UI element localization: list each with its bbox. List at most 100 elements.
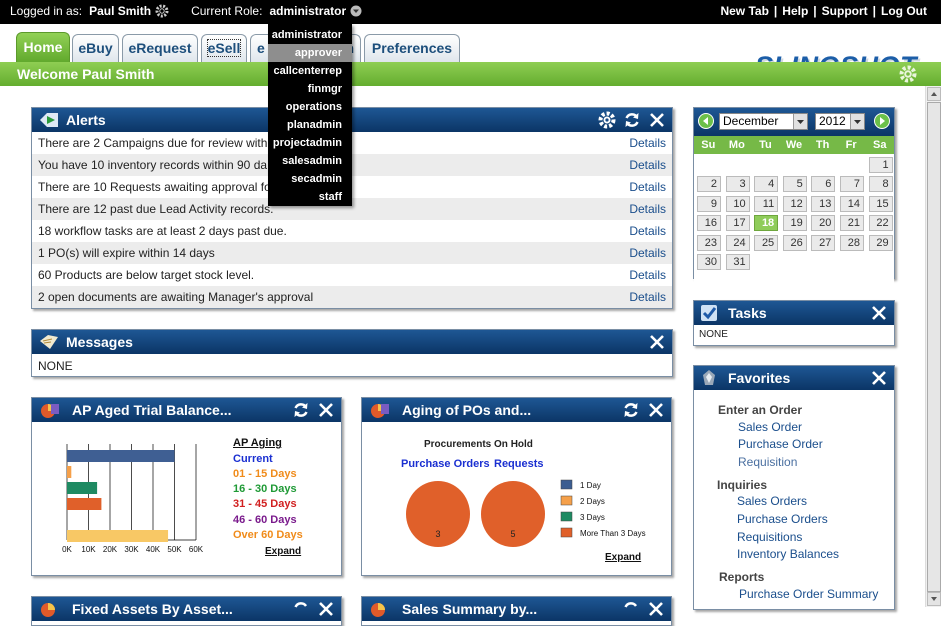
role-option-administrator[interactable]: administrator — [268, 26, 352, 44]
tab-preferences[interactable]: Preferences — [364, 34, 460, 62]
alert-details-link[interactable]: Details — [629, 176, 666, 198]
calendar-day[interactable]: 25 — [754, 234, 779, 251]
calendar-day[interactable]: 1 — [868, 157, 893, 173]
favorite-link-requisitions[interactable]: Requisitions — [737, 530, 802, 544]
favorites-close-icon[interactable] — [870, 369, 888, 387]
calendar-day[interactable]: 20 — [811, 215, 836, 232]
favorite-link-requisition[interactable]: Requisition — [738, 455, 797, 469]
calendar-day[interactable]: 17 — [725, 215, 750, 232]
sales-summary-close-icon[interactable] — [647, 600, 665, 618]
role-option-approver[interactable]: approver — [268, 44, 352, 62]
calendar-day[interactable]: 11 — [754, 195, 779, 212]
favorite-link-sales-order[interactable]: Sales Order — [738, 420, 802, 434]
ap-aging-close-icon[interactable] — [317, 401, 335, 419]
sales-summary-refresh-icon[interactable] — [622, 600, 640, 618]
calendar-day[interactable]: 15 — [868, 195, 893, 212]
tab-esell[interactable]: eSell — [201, 34, 247, 62]
calendar-day-today[interactable]: 18 — [754, 215, 779, 232]
aging-pos-close-icon[interactable] — [647, 401, 665, 419]
calendar-day[interactable]: 8 — [868, 176, 893, 193]
support-link[interactable]: Support — [822, 4, 868, 18]
help-link[interactable]: Help — [782, 4, 808, 18]
alert-text: 18 workflow tasks are at least 2 days pa… — [38, 224, 287, 238]
scroll-down-arrow-icon[interactable] — [927, 592, 941, 606]
ap-aging-refresh-icon[interactable] — [292, 401, 310, 419]
alerts-settings-gear-icon[interactable] — [598, 111, 616, 129]
role-option-operations[interactable]: operations — [268, 98, 352, 116]
aging-pos-expand-link[interactable]: Expand — [605, 552, 641, 563]
calendar-day[interactable]: 27 — [811, 234, 836, 251]
role-option-finmgr[interactable]: finmgr — [268, 80, 352, 98]
alert-details-link[interactable]: Details — [629, 242, 666, 264]
ap-x-tick-label: 50K — [167, 545, 182, 554]
ap-aging-title: AP Aged Trial Balance... — [72, 402, 232, 418]
calendar-day[interactable]: 5 — [782, 176, 807, 193]
tab-home[interactable]: Home — [16, 32, 70, 62]
calendar-day[interactable]: 14 — [840, 195, 864, 212]
calendar-day[interactable]: 23 — [697, 234, 721, 251]
scroll-thumb[interactable] — [927, 102, 941, 592]
alert-details-link[interactable]: Details — [629, 132, 666, 154]
aging-pos-refresh-icon[interactable] — [622, 401, 640, 419]
calendar-day[interactable]: 7 — [840, 176, 864, 193]
calendar-day[interactable]: 28 — [840, 234, 864, 251]
role-option-callcenterrep[interactable]: callcenterrep — [268, 62, 352, 80]
chart-pie-icon — [368, 600, 392, 618]
current-role-value[interactable]: administrator — [269, 4, 346, 18]
user-settings-gear-icon[interactable] — [155, 4, 169, 18]
calendar-day[interactable]: 30 — [697, 254, 721, 270]
calendar-day[interactable]: 29 — [868, 234, 893, 251]
favorite-link-purchase-orders[interactable]: Purchase Orders — [737, 512, 828, 526]
page-settings-gear-icon[interactable] — [899, 65, 917, 83]
alerts-refresh-icon[interactable] — [623, 111, 641, 129]
ap-x-tick-label: 10K — [81, 545, 96, 554]
tab-erequest[interactable]: eRequest — [122, 34, 198, 62]
calendar-day[interactable]: 16 — [697, 215, 721, 232]
calendar-year-select[interactable]: 2012 — [815, 113, 865, 130]
alert-details-link[interactable]: Details — [629, 198, 666, 220]
calendar-day[interactable]: 24 — [725, 234, 750, 251]
favorite-link-purchase-order-summary[interactable]: Purchase Order Summary — [739, 587, 878, 601]
messages-close-icon[interactable] — [648, 333, 666, 351]
alert-details-link[interactable]: Details — [629, 264, 666, 286]
role-option-staff[interactable]: staff — [268, 188, 352, 206]
calendar-next-month-icon[interactable] — [874, 113, 890, 129]
calendar-month-select[interactable]: December — [719, 113, 808, 130]
ap-aging-expand-link[interactable]: Expand — [265, 546, 301, 557]
calendar-day[interactable]: 31 — [725, 254, 750, 270]
calendar-day[interactable]: 22 — [868, 215, 893, 232]
favorite-link-purchase-order[interactable]: Purchase Order — [738, 437, 823, 451]
fixed-assets-close-icon[interactable] — [317, 600, 335, 618]
calendar-day[interactable]: 10 — [725, 195, 750, 212]
role-dropdown-arrow-icon[interactable] — [350, 5, 362, 17]
alert-details-link[interactable]: Details — [629, 154, 666, 176]
alerts-close-icon[interactable] — [648, 111, 666, 129]
role-option-projectadmin[interactable]: projectadmin — [268, 134, 352, 152]
fixed-assets-refresh-icon[interactable] — [292, 600, 310, 618]
new-tab-link[interactable]: New Tab — [720, 4, 768, 18]
calendar-day[interactable]: 2 — [697, 176, 721, 193]
favorite-link-sales-orders[interactable]: Sales Orders — [737, 494, 807, 508]
tab-ebuy[interactable]: eBuy — [72, 34, 119, 62]
calendar-day[interactable]: 26 — [782, 234, 807, 251]
role-option-secadmin[interactable]: secadmin — [268, 170, 352, 188]
alert-details-link[interactable]: Details — [629, 286, 666, 308]
log-out-link[interactable]: Log Out — [881, 4, 927, 18]
calendar-day[interactable]: 4 — [754, 176, 779, 193]
calendar-day[interactable]: 19 — [782, 215, 807, 232]
calendar-day[interactable]: 6 — [811, 176, 836, 193]
scroll-up-arrow-icon[interactable] — [927, 87, 941, 101]
calendar-day[interactable]: 3 — [725, 176, 750, 193]
page-scrollbar[interactable] — [925, 86, 941, 607]
calendar-day[interactable]: 13 — [811, 195, 836, 212]
alert-details-link[interactable]: Details — [629, 220, 666, 242]
calendar-prev-month-icon[interactable] — [698, 113, 714, 129]
role-option-planadmin[interactable]: planadmin — [268, 116, 352, 134]
favorite-link-inventory-balances[interactable]: Inventory Balances — [737, 547, 839, 561]
role-option-salesadmin[interactable]: salesadmin — [268, 152, 352, 170]
welcome-bar: Welcome Paul Smith — [0, 62, 941, 86]
calendar-day[interactable]: 12 — [782, 195, 807, 212]
calendar-day[interactable]: 21 — [840, 215, 864, 232]
tasks-close-icon[interactable] — [870, 304, 888, 322]
calendar-day[interactable]: 9 — [697, 195, 721, 212]
